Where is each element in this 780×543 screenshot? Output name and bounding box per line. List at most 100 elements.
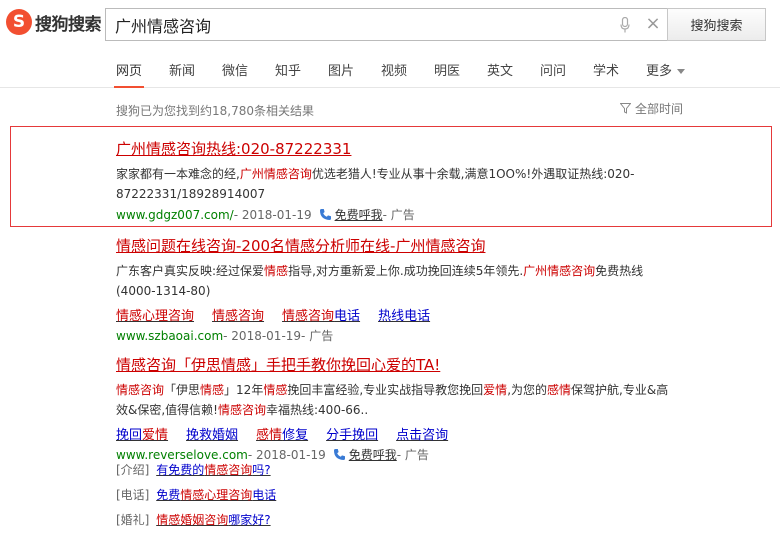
- tab-medical[interactable]: 明医: [434, 60, 460, 79]
- sitelink[interactable]: 热线电话: [378, 305, 430, 324]
- phone-icon: [333, 449, 345, 460]
- keyword-highlight: 情感心理咨询: [180, 488, 253, 502]
- keyword-highlight: 情感咨询: [282, 309, 335, 324]
- tab-news[interactable]: 新闻: [169, 60, 195, 79]
- text-segment: 哪家好?: [228, 513, 271, 527]
- result-url[interactable]: www.gdgz007.com/: [116, 208, 234, 222]
- tab-web[interactable]: 网页: [113, 60, 145, 88]
- text-segment: 家家都有一本难念的经,: [116, 167, 240, 181]
- keyword-highlight: 广州情感咨询: [523, 264, 596, 278]
- result-date: - 2018-01-19: [233, 207, 312, 222]
- sub-link[interactable]: 情感婚姻咨询哪家好?: [156, 513, 270, 527]
- text-segment: 「伊思: [164, 383, 201, 397]
- search-result: 广州情感咨询热线:020-87222331 家家都有一本难念的经,广州情感咨询优…: [116, 138, 676, 223]
- search-button[interactable]: 搜狗搜索: [667, 8, 766, 41]
- sub-link-row: [介绍] 有免费的情感咨询吗?: [116, 461, 271, 478]
- phone-icon: [319, 209, 331, 220]
- sub-link-row: [婚礼] 情感婚姻咨询哪家好?: [116, 511, 271, 528]
- sitelinks: 情感心理咨询 情感咨询 情感咨询电话 热线电话: [116, 305, 676, 324]
- keyword-highlight: 爱情: [142, 428, 169, 443]
- sitelink[interactable]: 感情修复: [256, 424, 308, 443]
- tab-more[interactable]: 更多: [646, 60, 685, 79]
- result-description: 家家都有一本难念的经,广州情感咨询优选老猎人!专业从事十余载,满意1OO%!外遇…: [116, 164, 676, 204]
- keyword-highlight: 感情: [547, 383, 572, 397]
- sub-link[interactable]: 免费情感心理咨询电话: [156, 488, 276, 502]
- text-segment: 电话: [252, 488, 277, 502]
- text-segment: 电话: [334, 309, 361, 324]
- vertical-tabs: 网页 新闻 微信 知乎 图片 视频 明医 英文 问问 学术 更多: [0, 56, 780, 88]
- result-description: 广东客户真实反映:经过保爱情感指导,对方重新爱上你.成功挽回连续5年领先.广州情…: [116, 261, 676, 301]
- result-date: - 2018-01-19: [247, 447, 326, 462]
- text-segment: 指导,对方重新爱上你.成功挽回连续5年领先.: [288, 264, 524, 278]
- sitelink[interactable]: 情感心理咨询: [116, 305, 194, 324]
- result-title[interactable]: 情感咨询「伊思情感」手把手教你挽回心爱的TA!: [116, 354, 676, 375]
- text-segment: 修复: [282, 428, 309, 443]
- tab-wenwen[interactable]: 问问: [540, 60, 566, 79]
- result-meta: www.szbaoai.com - 2018-01-19 - 广告: [116, 327, 676, 344]
- ad-label: - 广告: [382, 208, 415, 222]
- result-date: - 2018-01-19: [223, 328, 302, 343]
- tab-wechat[interactable]: 微信: [222, 60, 248, 79]
- sub-link-tag: [电话]: [116, 488, 150, 502]
- keyword-highlight: 爱情: [483, 383, 508, 397]
- free-call-link[interactable]: 免费呼我: [349, 446, 397, 463]
- sitelinks: 挽回爱情 挽救婚姻 感情修复 分手挽回 点击咨询: [116, 424, 676, 443]
- text-segment: 热线电话: [378, 309, 431, 324]
- result-meta: www.gdgz007.com/ - 2018-01-19 免费呼我 - 广告: [116, 206, 676, 223]
- time-filter-label: 全部时间: [635, 102, 684, 116]
- search-input[interactable]: [115, 9, 605, 40]
- sitelink[interactable]: 情感咨询电话: [282, 305, 360, 324]
- keyword-highlight: 情感咨询: [204, 463, 253, 477]
- clear-icon[interactable]: ×: [644, 15, 662, 33]
- sub-link-tag: [婚礼]: [116, 513, 150, 527]
- time-filter[interactable]: 全部时间: [620, 100, 683, 117]
- sitelink[interactable]: 挽回爱情: [116, 424, 168, 443]
- keyword-highlight: 情感心理咨询: [116, 309, 195, 324]
- result-title[interactable]: 情感问题在线咨询-200名情感分析师在线-广州情感咨询: [116, 235, 676, 256]
- keyword-highlight: 情感: [263, 383, 288, 397]
- tab-video[interactable]: 视频: [381, 60, 407, 79]
- sitelink[interactable]: 情感咨询: [212, 305, 264, 324]
- tab-images[interactable]: 图片: [328, 60, 354, 79]
- text-segment: 点击咨询: [396, 428, 449, 443]
- sub-link[interactable]: 有免费的情感咨询吗?: [156, 463, 270, 477]
- text-segment: 」12年: [224, 383, 264, 397]
- text-segment: 吗?: [252, 463, 271, 477]
- keyword-highlight: 情感: [200, 383, 225, 397]
- logo-text: 搜狗搜索: [35, 14, 102, 35]
- sub-link-tag: [介绍]: [116, 463, 150, 477]
- search-result: 情感咨询「伊思情感」手把手教你挽回心爱的TA! 情感咨询「伊思情感」12年情感挽…: [116, 354, 676, 463]
- keyword-highlight: 感情: [256, 428, 283, 443]
- sitelink[interactable]: 点击咨询: [396, 424, 448, 443]
- keyword-highlight: 情感咨询: [116, 383, 165, 397]
- keyword-highlight: 广州情感咨询: [239, 167, 312, 181]
- sitelink[interactable]: 挽救婚姻: [186, 424, 238, 443]
- text-segment: 分手挽回: [326, 428, 379, 443]
- result-title[interactable]: 广州情感咨询热线:020-87222331: [116, 138, 676, 159]
- ad-label: - 广告: [301, 329, 334, 343]
- sogou-logo[interactable]: S 搜狗搜索: [6, 9, 102, 35]
- tab-english[interactable]: 英文: [487, 60, 513, 79]
- tab-scholar[interactable]: 学术: [593, 60, 619, 79]
- result-description: 情感咨询「伊思情感」12年情感挽回丰富经验,专业实战指导教您挽回爱情,为您的感情…: [116, 380, 676, 420]
- microphone-icon[interactable]: [620, 17, 630, 33]
- text-segment: 免费: [156, 488, 181, 502]
- result-url[interactable]: www.reverselove.com: [116, 448, 248, 462]
- text-segment: 挽救婚姻: [186, 428, 239, 443]
- logo-mark: S: [6, 9, 32, 35]
- result-count: 搜狗已为您找到约18,780条相关结果: [116, 104, 314, 118]
- free-call-link[interactable]: 免费呼我: [335, 206, 383, 223]
- search-box: ×: [105, 8, 668, 41]
- result-url[interactable]: www.szbaoai.com: [116, 329, 223, 343]
- text-segment: 有免费的: [156, 463, 205, 477]
- keyword-highlight: 情感婚姻咨询: [156, 513, 229, 527]
- text-segment: 幸福热线:400-66..: [266, 403, 369, 417]
- tab-zhihu[interactable]: 知乎: [275, 60, 301, 79]
- keyword-highlight: 情感: [264, 264, 289, 278]
- keyword-highlight: 情感咨询: [217, 403, 266, 417]
- funnel-icon: [620, 103, 631, 114]
- keyword-highlight: 情感咨询: [212, 309, 265, 324]
- text-segment: 广东客户真实反映:经过保爱: [116, 264, 265, 278]
- sitelink[interactable]: 分手挽回: [326, 424, 378, 443]
- sub-link-row: [电话] 免费情感心理咨询电话: [116, 486, 276, 503]
